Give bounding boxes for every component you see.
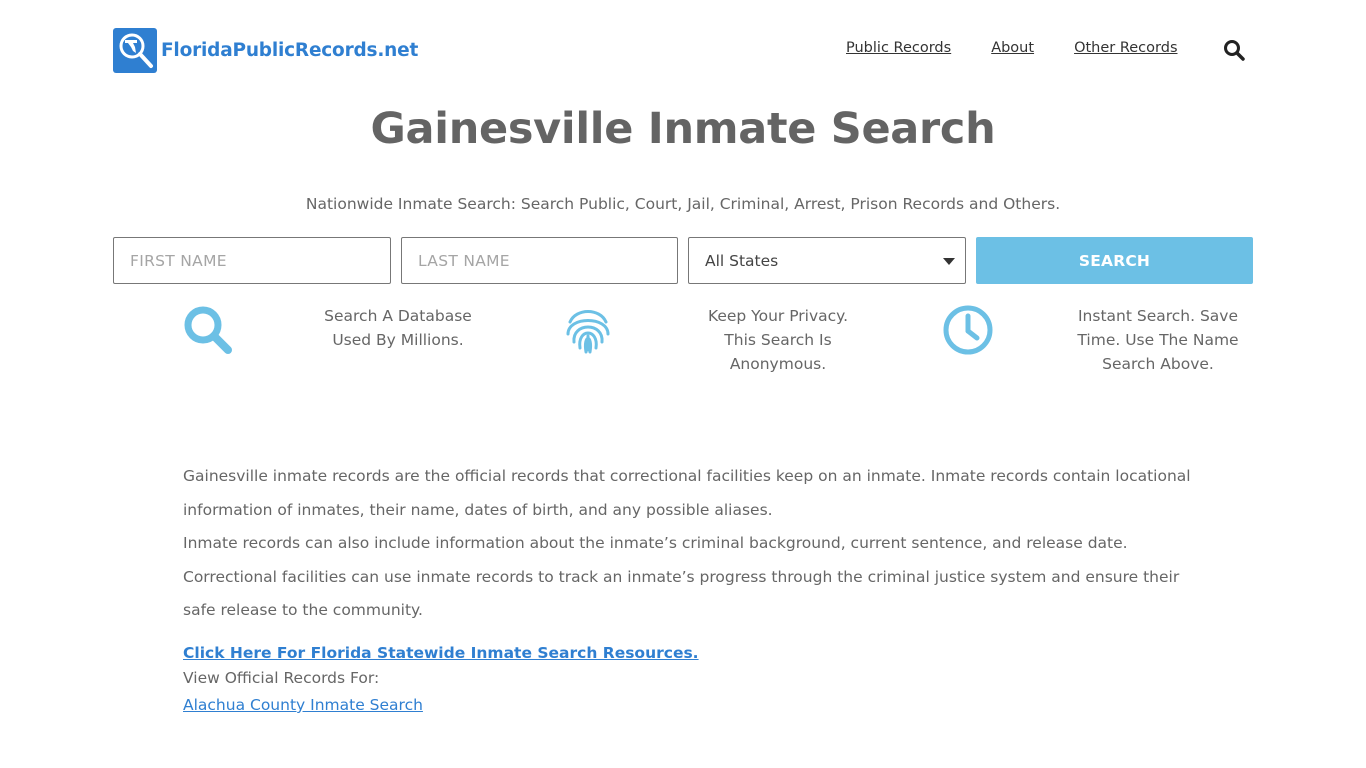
paragraph: Inmate records can also include informat… [183, 534, 1128, 552]
page-title: Gainesville Inmate Search [370, 104, 996, 154]
feature-line: Time. Use The Name [1077, 331, 1239, 349]
feature-line: Anonymous. [729, 355, 827, 373]
search-button[interactable]: SEARCH [976, 237, 1253, 284]
alachua-county-link[interactable]: Alachua County Inmate Search [183, 696, 423, 714]
feature-instant: Instant Search. Save Time. Use The Name … [1073, 304, 1243, 376]
state-select[interactable]: All States [688, 237, 966, 284]
nav-about[interactable]: About [991, 40, 1034, 56]
feature-line: Used By Millions. [332, 331, 464, 349]
feature-line: This Search Is [724, 331, 832, 349]
last-name-input[interactable] [401, 237, 678, 284]
caret-down-icon [943, 258, 955, 265]
main-nav: Public Records About Other Records [846, 40, 1218, 56]
page-subtitle: Nationwide Inmate Search: Search Public,… [305, 195, 1061, 213]
paragraph: Correctional facilities can use inmate r… [183, 567, 1180, 620]
nav-other-records[interactable]: Other Records [1074, 40, 1177, 56]
feature-line: Instant Search. Save [1077, 307, 1239, 325]
statewide-resources-link[interactable]: Click Here For Florida Statewide Inmate … [183, 644, 699, 662]
first-name-input[interactable] [113, 237, 391, 284]
feature-line: Keep Your Privacy. [707, 307, 849, 325]
logo-text: FloridaPublicRecords.net [161, 40, 419, 61]
view-records-label: View Official Records For: [183, 668, 380, 687]
feature-line: Search Above. [1102, 355, 1214, 373]
nav-public-records[interactable]: Public Records [846, 40, 951, 56]
state-select-value: All States [705, 251, 779, 270]
search-icon[interactable] [1222, 38, 1246, 62]
fingerprint-icon [562, 304, 614, 356]
clock-icon [942, 304, 994, 356]
magnifier-icon [182, 304, 234, 356]
paragraph: Gainesville inmate records are the offic… [183, 467, 1191, 519]
feature-database: Search A Database Used By Millions. [313, 304, 483, 352]
feature-line: Search A Database [324, 307, 472, 325]
main-content: Gainesville inmate records are the offic… [183, 460, 1193, 714]
site-logo[interactable]: FloridaPublicRecords.net [113, 28, 418, 73]
feature-privacy: Keep Your Privacy. This Search Is Anonym… [693, 304, 863, 376]
florida-magnifier-logo-icon [113, 28, 157, 73]
